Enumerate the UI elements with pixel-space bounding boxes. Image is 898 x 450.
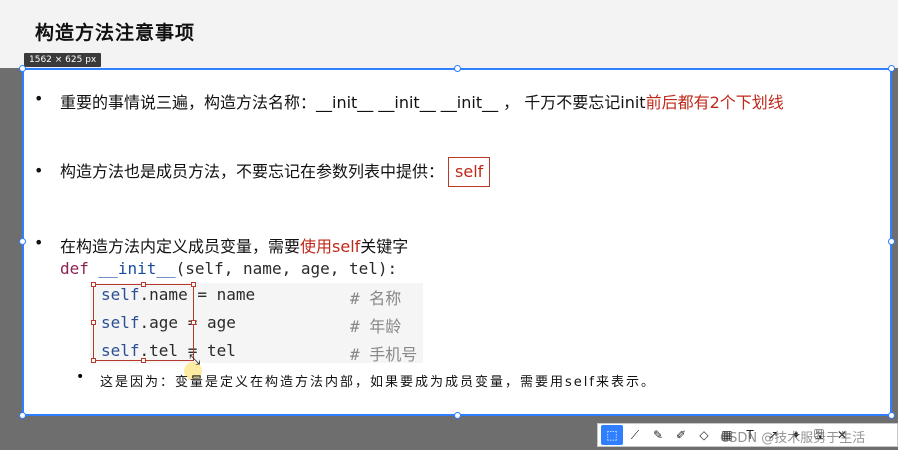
bullet-dot: •	[34, 89, 44, 108]
bullet-emphasis: 前后都有2个下划线	[645, 93, 784, 112]
bullet-text-end: 关键字	[360, 237, 409, 256]
bullet-text: 在构造方法内定义成员变量，需要	[60, 237, 301, 256]
resize-handle-top[interactable]	[454, 65, 461, 72]
resize-handle-left[interactable]	[19, 238, 26, 245]
self-highlight-box: self	[448, 157, 491, 187]
watermark: CSDN @技术服务于生活	[720, 431, 866, 446]
annotation-rectangle[interactable]	[93, 284, 194, 361]
annotation-handle[interactable]	[91, 358, 96, 363]
code-keyword: def	[60, 259, 89, 278]
resize-handle-right[interactable]	[888, 238, 895, 245]
code-params: (self, name, age, tel):	[175, 259, 398, 278]
bullet-member-vars: • 在构造方法内定义成员变量，需要使用self关键字	[34, 233, 409, 257]
annotation-handle[interactable]	[191, 282, 196, 287]
code-line-def: def __init__(self, name, age, tel):	[60, 259, 397, 278]
selection-size-label: 1562 × 625 px	[24, 53, 102, 67]
code-comment: # 年龄	[350, 317, 402, 336]
bullet-text: 构造方法也是成员方法，不要忘记在参数列表中提供：	[60, 162, 445, 181]
annotation-handle[interactable]	[91, 320, 96, 325]
annotation-handle[interactable]	[141, 282, 146, 287]
polyline-icon[interactable]: ⟋	[624, 425, 646, 445]
bullet-text: 重要的事情说三遍，构造方法名称：__init__ __init__ __init…	[60, 93, 646, 112]
annotation-handle[interactable]	[141, 358, 146, 363]
code-function-name: __init__	[98, 259, 176, 278]
annotation-handle[interactable]	[191, 320, 196, 325]
pen-icon[interactable]: ✎	[647, 425, 669, 445]
resize-handle-bottom-left[interactable]	[19, 412, 26, 419]
code-comment: # 手机号	[350, 345, 418, 364]
bullet-dot: •	[34, 161, 44, 180]
bullet-emphasis: 使用self	[300, 237, 361, 256]
code-comment: # 名称	[350, 289, 402, 308]
eraser-icon[interactable]: ◇	[693, 425, 715, 445]
slide-title: 构造方法注意事项	[35, 22, 196, 44]
bullet-dot: •	[76, 369, 85, 385]
slide-note: 这是因为：变量是定义在构造方法内部，如果要成为成员变量，需要用self来表示。	[100, 375, 656, 390]
resize-handle-bottom-right[interactable]	[888, 412, 895, 419]
bullet-self-param: • 构造方法也是成员方法，不要忘记在参数列表中提供： self	[34, 157, 491, 187]
resize-handle-top-left[interactable]	[19, 65, 26, 72]
select-icon[interactable]: ⬚	[601, 425, 623, 445]
resize-handle-top-right[interactable]	[888, 65, 895, 72]
resize-cursor-icon: ⤡	[189, 352, 201, 368]
bullet-init-name: • 重要的事情说三遍，构造方法名称：__init__ __init__ __in…	[34, 89, 784, 113]
marker-icon[interactable]: ✐	[670, 425, 692, 445]
bullet-dot: •	[34, 233, 44, 252]
slide-header-area: 构造方法注意事项	[0, 0, 898, 68]
annotation-handle[interactable]	[91, 282, 96, 287]
resize-handle-bottom[interactable]	[454, 412, 461, 419]
